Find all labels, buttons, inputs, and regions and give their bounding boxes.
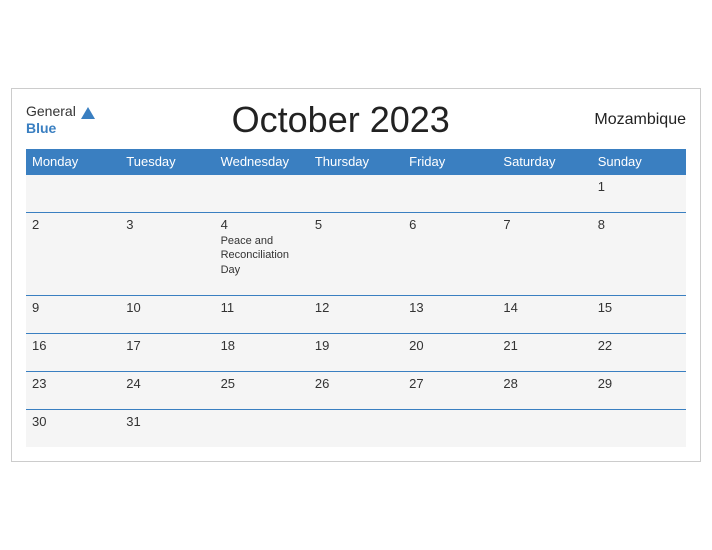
calendar-cell: 23 [26,371,120,409]
day-number: 21 [503,338,585,353]
calendar-cell: 9 [26,295,120,333]
calendar-cell: 10 [120,295,214,333]
day-number: 9 [32,300,114,315]
calendar-cell [497,409,591,447]
day-number: 18 [221,338,303,353]
calendar-cell: 28 [497,371,591,409]
day-number: 20 [409,338,491,353]
day-number: 4 [221,217,303,232]
day-number: 26 [315,376,397,391]
day-number: 24 [126,376,208,391]
calendar-container: General Blue October 2023 Mozambique Mon… [11,88,701,462]
calendar-cell: 20 [403,333,497,371]
col-sunday: Sunday [592,149,686,175]
day-number: 5 [315,217,397,232]
calendar-week-row: 23 24 25 26 27 28 29 [26,371,686,409]
event-text: Peace and Reconciliation Day [221,234,303,277]
day-number: 10 [126,300,208,315]
calendar-cell: 19 [309,333,403,371]
calendar-cell [215,409,309,447]
day-number: 3 [126,217,208,232]
calendar-cell: 4 Peace and Reconciliation Day [215,213,309,296]
calendar-cell: 6 [403,213,497,296]
calendar-cell: 14 [497,295,591,333]
calendar-week-row: 1 [26,175,686,213]
day-number: 16 [32,338,114,353]
day-number: 30 [32,414,114,429]
month-title: October 2023 [95,99,586,141]
calendar-cell: 2 [26,213,120,296]
calendar-cell: 5 [309,213,403,296]
day-number: 11 [221,300,303,315]
calendar-cell: 15 [592,295,686,333]
day-number: 15 [598,300,680,315]
day-number: 28 [503,376,585,391]
calendar-cell: 7 [497,213,591,296]
calendar-cell: 16 [26,333,120,371]
calendar-cell: 11 [215,295,309,333]
calendar-cell: 24 [120,371,214,409]
calendar-cell: 3 [120,213,214,296]
calendar-cell: 26 [309,371,403,409]
calendar-cell [120,175,214,213]
day-number: 22 [598,338,680,353]
calendar-header: General Blue October 2023 Mozambique [26,99,686,141]
calendar-cell: 1 [592,175,686,213]
col-friday: Friday [403,149,497,175]
calendar-cell: 21 [497,333,591,371]
calendar-cell: 17 [120,333,214,371]
day-number: 27 [409,376,491,391]
calendar-cell [403,409,497,447]
calendar-cell: 25 [215,371,309,409]
day-number: 1 [598,179,680,194]
calendar-cell: 12 [309,295,403,333]
day-number: 19 [315,338,397,353]
col-saturday: Saturday [497,149,591,175]
day-number: 29 [598,376,680,391]
day-number: 25 [221,376,303,391]
logo-triangle-icon [81,107,95,119]
calendar-cell: 29 [592,371,686,409]
header-row: Monday Tuesday Wednesday Thursday Friday… [26,149,686,175]
col-tuesday: Tuesday [120,149,214,175]
calendar-cell: 22 [592,333,686,371]
calendar-week-row: 16 17 18 19 20 21 22 [26,333,686,371]
day-number: 31 [126,414,208,429]
calendar-week-row: 9 10 11 12 13 14 15 [26,295,686,333]
day-number: 7 [503,217,585,232]
logo-blue-text: Blue [26,120,56,137]
day-number: 13 [409,300,491,315]
col-monday: Monday [26,149,120,175]
calendar-cell: 13 [403,295,497,333]
calendar-cell: 18 [215,333,309,371]
day-number: 2 [32,217,114,232]
calendar-cell [309,175,403,213]
calendar-cell: 27 [403,371,497,409]
calendar-week-row: 30 31 [26,409,686,447]
calendar-cell: 8 [592,213,686,296]
calendar-cell [26,175,120,213]
day-number: 8 [598,217,680,232]
day-number: 12 [315,300,397,315]
calendar-cell [309,409,403,447]
calendar-cell [592,409,686,447]
calendar-cell [497,175,591,213]
day-number: 6 [409,217,491,232]
logo-general-text: General [26,103,76,119]
logo: General Blue [26,103,95,137]
country-name: Mozambique [586,111,686,129]
day-number: 23 [32,376,114,391]
calendar-cell: 31 [120,409,214,447]
day-number: 14 [503,300,585,315]
calendar-week-row: 234 Peace and Reconciliation Day 5678 [26,213,686,296]
col-wednesday: Wednesday [215,149,309,175]
day-number: 17 [126,338,208,353]
calendar-cell [215,175,309,213]
calendar-cell: 30 [26,409,120,447]
col-thursday: Thursday [309,149,403,175]
calendar-table: Monday Tuesday Wednesday Thursday Friday… [26,149,686,447]
calendar-cell [403,175,497,213]
